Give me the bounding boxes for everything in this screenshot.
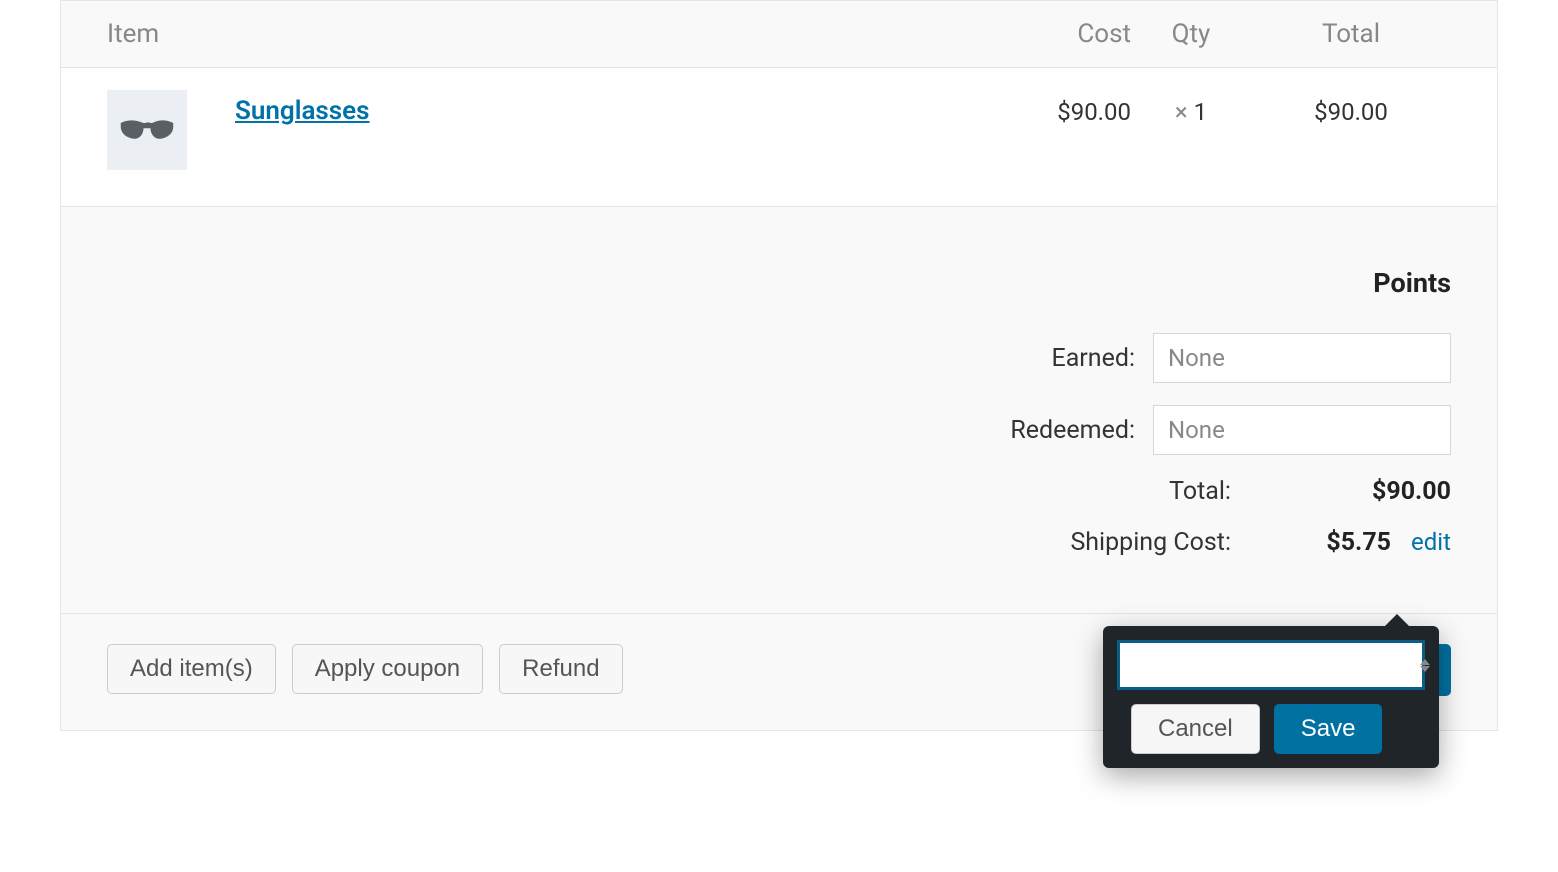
total-label: Total: bbox=[931, 477, 1231, 506]
col-header-cost: Cost bbox=[971, 19, 1131, 49]
summary-section: Points Earned: None Redeemed: None Total… bbox=[61, 207, 1497, 614]
spinner-up-icon[interactable] bbox=[1420, 659, 1430, 665]
line-total: $90.00 bbox=[1251, 90, 1451, 126]
shipping-cost-input-wrap[interactable] bbox=[1117, 640, 1425, 690]
total-row: Total: $90.00 bbox=[107, 477, 1451, 506]
points-earned-row: Earned: None bbox=[107, 333, 1451, 383]
line-qty: × 1 bbox=[1131, 90, 1251, 126]
product-link[interactable]: Sunglasses bbox=[235, 96, 370, 126]
redeemed-input[interactable]: None bbox=[1153, 405, 1451, 455]
save-button[interactable]: Save bbox=[1274, 704, 1383, 754]
add-item-button[interactable]: Add item(s) bbox=[107, 644, 276, 694]
table-row: Sunglasses $90.00 × 1 $90.00 bbox=[61, 68, 1497, 207]
order-items-panel: Item Cost Qty Total Sunglasses $90.00 × … bbox=[60, 0, 1498, 731]
earned-label: Earned: bbox=[1052, 344, 1136, 373]
redeemed-label: Redeemed: bbox=[1010, 416, 1135, 445]
points-heading: Points bbox=[107, 267, 1451, 299]
product-thumbnail[interactable] bbox=[107, 90, 187, 170]
col-header-total: Total bbox=[1251, 19, 1451, 49]
earned-input[interactable]: None bbox=[1153, 333, 1451, 383]
col-header-item: Item bbox=[107, 19, 971, 49]
edit-shipping-link[interactable]: edit bbox=[1411, 528, 1451, 556]
sunglasses-icon bbox=[119, 116, 175, 144]
number-spinner[interactable] bbox=[1420, 659, 1430, 672]
table-header: Item Cost Qty Total bbox=[61, 1, 1497, 68]
cancel-button[interactable]: Cancel bbox=[1131, 704, 1260, 754]
edit-shipping-popover: Cancel Save bbox=[1103, 626, 1439, 768]
apply-coupon-button[interactable]: Apply coupon bbox=[292, 644, 483, 694]
shipping-value: $5.75 bbox=[1231, 528, 1391, 557]
shipping-cost-input[interactable] bbox=[1132, 643, 1420, 687]
col-header-qty: Qty bbox=[1131, 19, 1251, 49]
shipping-row: Shipping Cost: $5.75 edit bbox=[107, 528, 1451, 557]
line-cost: $90.00 bbox=[971, 90, 1131, 126]
shipping-label: Shipping Cost: bbox=[931, 528, 1231, 557]
total-value: $90.00 bbox=[1231, 477, 1451, 506]
refund-button[interactable]: Refund bbox=[499, 644, 622, 694]
spinner-down-icon[interactable] bbox=[1420, 666, 1430, 672]
points-redeemed-row: Redeemed: None bbox=[107, 405, 1451, 455]
